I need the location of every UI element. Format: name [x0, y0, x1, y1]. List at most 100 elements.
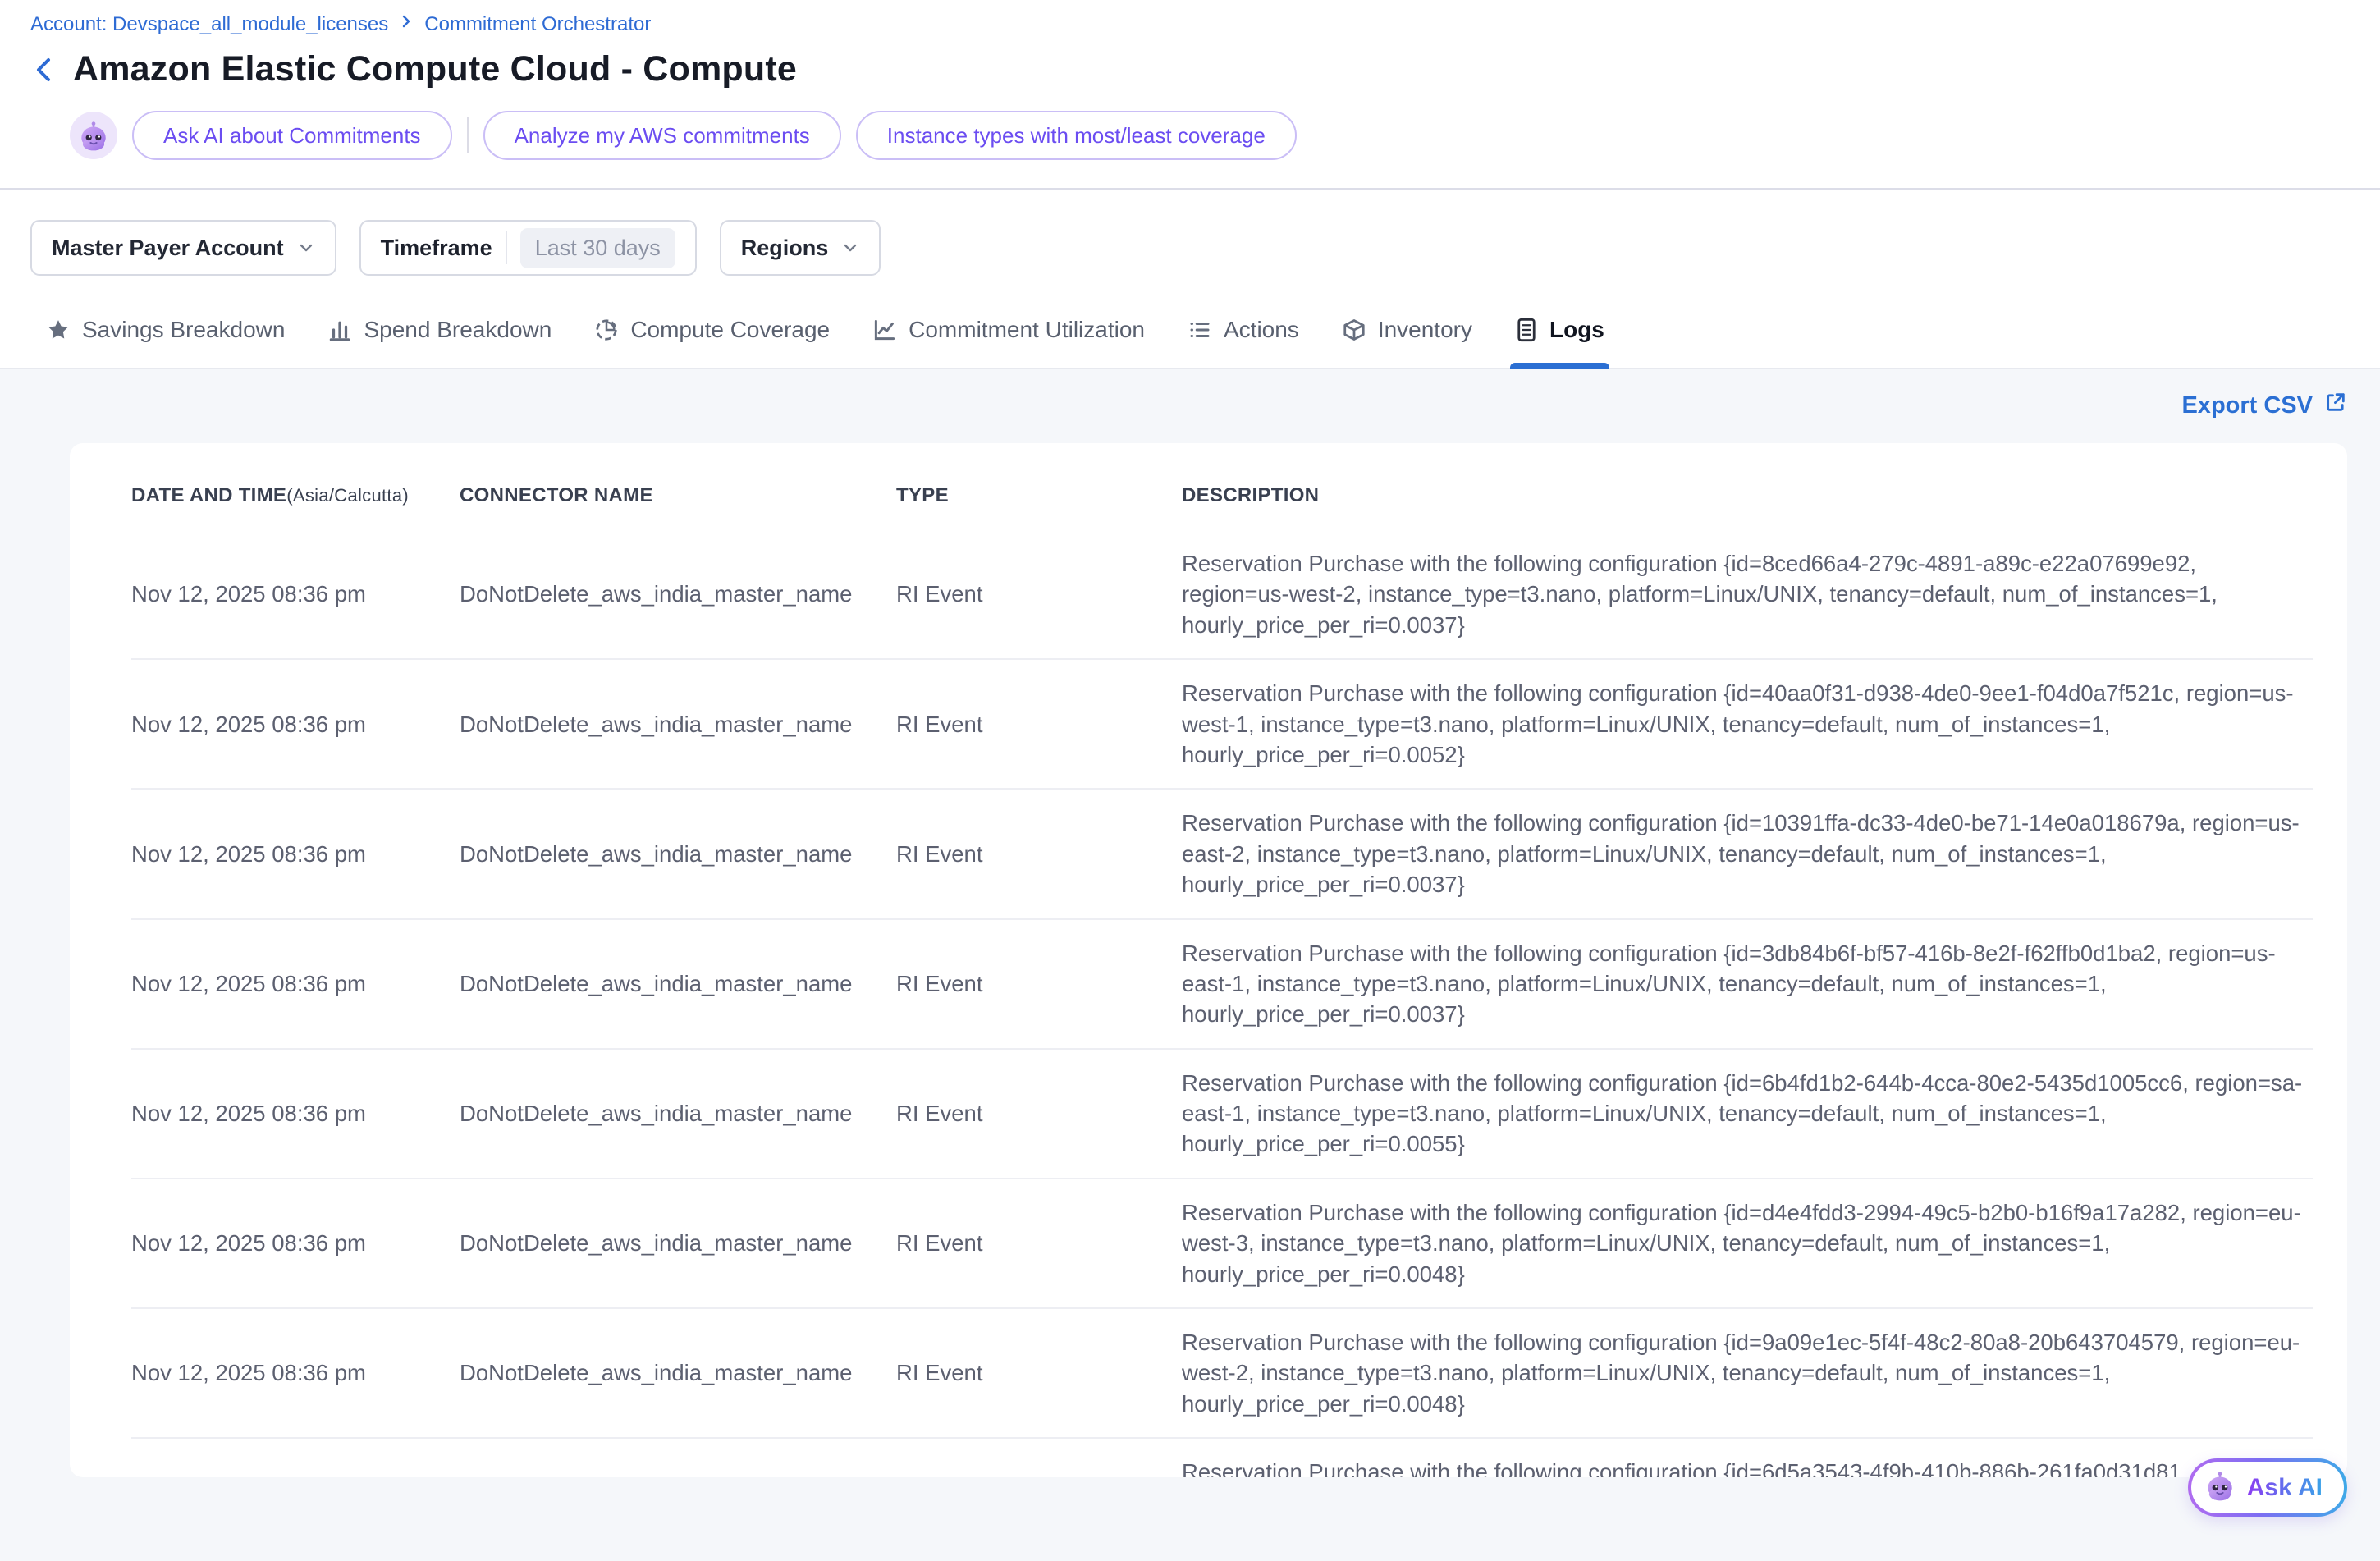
- tab-label: Spend Breakdown: [364, 317, 552, 343]
- tab-label: Actions: [1224, 317, 1299, 343]
- cell-datetime: Nov 12, 2025 08:36 pm: [131, 659, 460, 789]
- table-row: Nov 12, 2025 08:36 pm DoNotDelete_aws_in…: [131, 1049, 2313, 1179]
- cell-connector: DoNotDelete_aws_india_master_name: [460, 919, 896, 1049]
- cell-datetime: Nov 12, 2025 08:36 pm: [131, 919, 460, 1049]
- timeframe-value[interactable]: Last 30 days: [520, 228, 675, 268]
- ask-ai-about-commitments-chip[interactable]: Ask AI about Commitments: [132, 111, 452, 160]
- cell-description: Reservation Purchase with the following …: [1182, 1179, 2313, 1308]
- back-chevron-icon[interactable]: [30, 56, 58, 84]
- cell-datetime: Nov 12, 2025 08:36 pm: [131, 1179, 460, 1308]
- breadcrumb: Account: Devspace_all_module_licenses Co…: [30, 13, 2347, 36]
- column-header-datetime: DATE AND TIME(Asia/Calcutta): [131, 476, 460, 530]
- tab-commitment-utilization[interactable]: Commitment Utilization: [872, 317, 1145, 368]
- cell-description: Reservation Purchase with the following …: [1182, 530, 2313, 659]
- regions-dropdown[interactable]: Regions: [720, 220, 881, 276]
- cell-type: RI Event: [896, 1308, 1182, 1438]
- cell-description: Reservation Purchase with the following …: [1182, 659, 2313, 789]
- cell-type: RI Event: [896, 530, 1182, 659]
- cell-type: RI Event: [896, 1438, 1182, 1477]
- table-row: Nov 12, 2025 08:36 pm DoNotDelete_aws_in…: [131, 1179, 2313, 1308]
- timeframe-divider: [506, 231, 507, 264]
- master-payer-account-label: Master Payer Account: [52, 236, 284, 261]
- tab-savings-breakdown[interactable]: Savings Breakdown: [46, 317, 285, 368]
- cell-type: RI Event: [896, 659, 1182, 789]
- tab-label: Logs: [1549, 317, 1604, 343]
- timeframe-label: Timeframe: [381, 236, 492, 261]
- table-row: Nov 12, 2025 08:36 pm DoNotDelete_aws_in…: [131, 659, 2313, 789]
- robot-icon: [2203, 1469, 2237, 1506]
- page-header: Account: Devspace_all_module_licenses Co…: [0, 0, 2380, 188]
- cell-description: Reservation Purchase with the following …: [1182, 1438, 2313, 1477]
- tab-inventory[interactable]: Inventory: [1342, 317, 1472, 368]
- regions-label: Regions: [741, 236, 829, 261]
- export-csv-label: Export CSV: [2181, 392, 2313, 419]
- cell-connector: DoNotDelete_aws_india_master_name: [460, 1179, 896, 1308]
- cell-datetime: Nov 12, 2025 08:36 pm: [131, 1049, 460, 1179]
- cell-datetime: Nov 12, 2025 08:36 pm: [131, 1438, 460, 1477]
- line-chart-icon: [872, 318, 897, 342]
- cell-connector: DoNotDelete_aws_india_master_name: [460, 1308, 896, 1438]
- column-header-description: DESCRIPTION: [1182, 476, 2313, 530]
- cell-type: RI Event: [896, 919, 1182, 1049]
- export-csv-button[interactable]: Export CSV: [2181, 391, 2347, 420]
- chip-divider: [467, 117, 469, 153]
- analyze-aws-commitments-chip[interactable]: Analyze my AWS commitments: [483, 111, 841, 160]
- table-row: Nov 12, 2025 08:36 pm DoNotDelete_aws_in…: [131, 919, 2313, 1049]
- tab-bar: Savings Breakdown Spend Breakdown Comput…: [0, 307, 2380, 369]
- cell-type: RI Event: [896, 789, 1182, 918]
- tab-label: Inventory: [1378, 317, 1472, 343]
- master-payer-account-dropdown[interactable]: Master Payer Account: [30, 220, 336, 276]
- instance-types-coverage-chip[interactable]: Instance types with most/least coverage: [856, 111, 1297, 160]
- breadcrumb-chevron-icon: [398, 12, 414, 35]
- cell-connector: DoNotDelete_aws_india_master_name: [460, 1438, 896, 1477]
- cell-type: RI Event: [896, 1049, 1182, 1179]
- table-row: Nov 12, 2025 08:36 pm DoNotDelete_aws_in…: [131, 1308, 2313, 1438]
- ask-ai-label: Ask AI: [2247, 1474, 2323, 1502]
- tab-spend-breakdown[interactable]: Spend Breakdown: [327, 317, 552, 368]
- column-header-type: TYPE: [896, 476, 1182, 530]
- breadcrumb-account-link[interactable]: Account: Devspace_all_module_licenses: [30, 13, 388, 36]
- table-header-row: DATE AND TIME(Asia/Calcutta) CONNECTOR N…: [131, 476, 2313, 530]
- tab-label: Commitment Utilization: [909, 317, 1145, 343]
- table-row: Nov 12, 2025 08:36 pm DoNotDelete_aws_in…: [131, 530, 2313, 659]
- cell-description: Reservation Purchase with the following …: [1182, 789, 2313, 918]
- cell-description: Reservation Purchase with the following …: [1182, 1308, 2313, 1438]
- ai-suggestions-row: Ask AI about Commitments Analyze my AWS …: [70, 111, 2347, 188]
- coverage-gauge-icon: [594, 318, 619, 342]
- cell-description: Reservation Purchase with the following …: [1182, 1049, 2313, 1179]
- cell-connector: DoNotDelete_aws_india_master_name: [460, 1049, 896, 1179]
- ask-ai-floating-button[interactable]: Ask AI: [2188, 1458, 2347, 1517]
- cell-type: RI Event: [896, 1179, 1182, 1308]
- package-icon: [1342, 318, 1366, 342]
- cell-connector: DoNotDelete_aws_india_master_name: [460, 530, 896, 659]
- logs-table: DATE AND TIME(Asia/Calcutta) CONNECTOR N…: [131, 476, 2313, 1477]
- timeframe-filter[interactable]: Timeframe Last 30 days: [359, 220, 697, 276]
- cell-connector: DoNotDelete_aws_india_master_name: [460, 659, 896, 789]
- document-icon: [1515, 318, 1538, 342]
- external-link-icon: [2324, 391, 2347, 420]
- tab-label: Compute Coverage: [630, 317, 830, 343]
- cell-datetime: Nov 12, 2025 08:36 pm: [131, 789, 460, 918]
- page-title: Amazon Elastic Compute Cloud - Compute: [73, 49, 797, 89]
- table-row: Nov 12, 2025 08:36 pm DoNotDelete_aws_in…: [131, 789, 2313, 918]
- tab-logs[interactable]: Logs: [1515, 317, 1604, 368]
- column-header-connector: CONNECTOR NAME: [460, 476, 896, 530]
- chevron-down-icon: [841, 239, 859, 257]
- filters-bar: Master Payer Account Timeframe Last 30 d…: [0, 190, 2380, 307]
- table-row: Nov 12, 2025 08:36 pm DoNotDelete_aws_in…: [131, 1438, 2313, 1477]
- robot-icon: [70, 112, 117, 159]
- tab-compute-coverage[interactable]: Compute Coverage: [594, 317, 830, 368]
- logs-table-card: DATE AND TIME(Asia/Calcutta) CONNECTOR N…: [70, 443, 2347, 1477]
- cell-description: Reservation Purchase with the following …: [1182, 919, 2313, 1049]
- breadcrumb-section-link[interactable]: Commitment Orchestrator: [424, 13, 651, 36]
- chevron-down-icon: [297, 239, 315, 257]
- cell-connector: DoNotDelete_aws_india_master_name: [460, 789, 896, 918]
- cell-datetime: Nov 12, 2025 08:36 pm: [131, 530, 460, 659]
- cell-datetime: Nov 12, 2025 08:36 pm: [131, 1308, 460, 1438]
- logs-content: Export CSV DATE AND TIME(Asia/Calcutta) …: [0, 369, 2380, 1561]
- tab-actions[interactable]: Actions: [1188, 317, 1299, 368]
- bar-chart-icon: [327, 318, 352, 342]
- star-icon: [46, 318, 71, 342]
- list-icon: [1188, 318, 1212, 342]
- tab-label: Savings Breakdown: [82, 317, 285, 343]
